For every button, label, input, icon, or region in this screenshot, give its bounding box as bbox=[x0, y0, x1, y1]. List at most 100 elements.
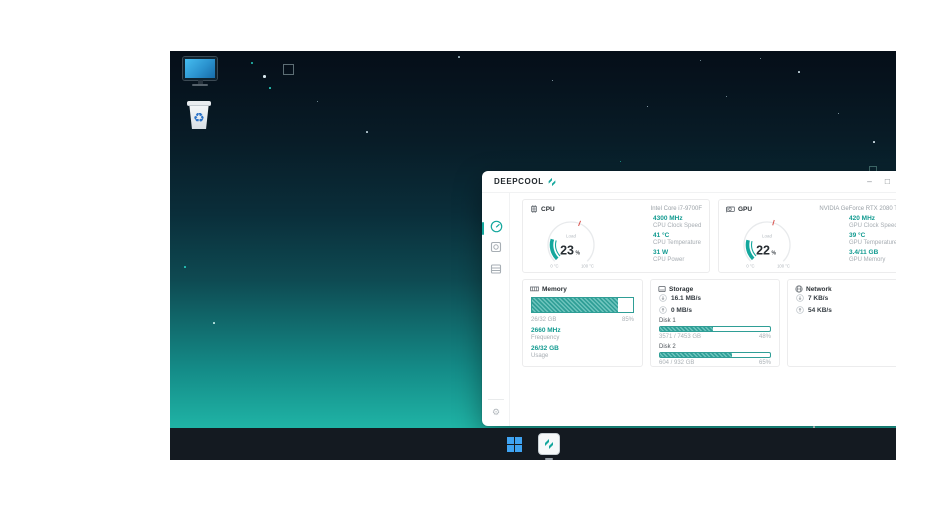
upload-arrow-icon bbox=[796, 306, 804, 314]
dashboard-gauge-icon bbox=[490, 220, 503, 233]
memory-icon bbox=[530, 285, 539, 293]
gpu-memory-label: GPU Memory bbox=[849, 257, 885, 263]
sidebar-item-cooling[interactable] bbox=[482, 241, 510, 253]
cpu-power-label: CPU Power bbox=[653, 257, 684, 263]
star bbox=[647, 106, 648, 107]
recycle-bin-icon: ♻ bbox=[187, 101, 211, 129]
network-download-rate: 7 KB/s bbox=[808, 295, 828, 302]
cpu-clock-label: CPU Clock Speed bbox=[653, 223, 701, 229]
star bbox=[269, 87, 271, 89]
star bbox=[726, 96, 727, 97]
star bbox=[700, 60, 701, 61]
svg-text:100 °C: 100 °C bbox=[581, 264, 594, 269]
grid-list-icon bbox=[490, 263, 502, 275]
memory-usage-bar bbox=[531, 297, 634, 313]
star bbox=[317, 101, 318, 102]
network-upload-rate: 54 KB/s bbox=[808, 307, 832, 314]
cpu-temp-value: 41 °C bbox=[653, 232, 701, 239]
cpu-power-value: 31 W bbox=[653, 249, 684, 256]
star bbox=[798, 71, 800, 73]
deepcool-logo-icon bbox=[543, 438, 555, 450]
sidebar-item-dashboard[interactable] bbox=[482, 220, 510, 233]
network-icon bbox=[795, 285, 803, 293]
gear-icon: ⚙ bbox=[492, 408, 500, 417]
storage-read-rate: 16.1 MB/s bbox=[671, 295, 701, 302]
deepcool-window: DeepCool – □ × bbox=[482, 171, 896, 426]
cpu-icon bbox=[530, 205, 538, 213]
star bbox=[838, 113, 839, 114]
star bbox=[263, 75, 266, 78]
window-controls: – □ × bbox=[867, 177, 896, 186]
gpu-memory-value: 3.4/11 GB bbox=[849, 249, 885, 256]
screenshot-stage: ♻ DeepCool – □ × bbox=[0, 0, 942, 512]
memory-usage-label: Usage bbox=[531, 353, 559, 359]
svg-text:0 °C: 0 °C bbox=[746, 264, 754, 269]
start-button[interactable] bbox=[507, 437, 522, 452]
star bbox=[213, 322, 215, 324]
svg-text:23: 23 bbox=[560, 244, 574, 258]
gpu-card-title: GPU bbox=[738, 206, 752, 213]
disk2-usage-label: 604 / 932 GB bbox=[659, 360, 694, 366]
desktop-icon-recycle-bin[interactable]: ♻ bbox=[187, 101, 211, 129]
sidebar-item-devices[interactable] bbox=[482, 263, 510, 275]
disk1-fill bbox=[660, 327, 713, 331]
star bbox=[251, 62, 253, 64]
svg-text:%: % bbox=[576, 251, 581, 257]
svg-text:Load: Load bbox=[566, 234, 577, 239]
maximize-button[interactable]: □ bbox=[885, 177, 890, 186]
star bbox=[552, 80, 553, 81]
sidebar: ⚙ bbox=[482, 193, 510, 426]
pc-case-icon bbox=[490, 241, 502, 253]
upload-arrow-icon bbox=[659, 306, 667, 314]
cpu-clock-value: 4300 MHz bbox=[653, 215, 701, 222]
storage-write-rate: 0 MB/s bbox=[671, 307, 692, 314]
disk2-fill bbox=[660, 353, 732, 357]
gpu-temp-label: GPU Temperature bbox=[849, 240, 896, 246]
memory-usage-fill bbox=[532, 298, 618, 312]
gpu-clock-value: 420 MHz bbox=[849, 215, 896, 222]
storage-card: Storage 16.1 MB/s 0 MB/s Disk 1 bbox=[650, 279, 780, 367]
cpu-card-title: CPU bbox=[541, 206, 555, 213]
gpu-clock-label: GPU Clock Speed bbox=[849, 223, 896, 229]
star bbox=[760, 58, 761, 59]
network-card: Network 7 KB/s 54 KB/s bbox=[787, 279, 896, 367]
storage-card-title: Storage bbox=[669, 286, 693, 293]
titlebar[interactable]: DeepCool – □ × bbox=[482, 171, 896, 193]
decor-square bbox=[283, 64, 294, 75]
desktop-icon-this-pc[interactable] bbox=[183, 57, 217, 86]
network-card-title: Network bbox=[806, 286, 832, 293]
download-arrow-icon bbox=[659, 294, 667, 302]
gpu-card: GPU NVIDIA GeForce RTX 2080 Ti Load22%0 … bbox=[718, 199, 896, 273]
desktop: ♻ DeepCool – □ × bbox=[170, 51, 896, 460]
memory-card: Memory 26/32 GB 85% 2660 MHzFrequency 26… bbox=[522, 279, 643, 367]
disk2-percent-label: 65% bbox=[759, 360, 771, 366]
minimize-button[interactable]: – bbox=[867, 177, 872, 186]
memory-frequency-label: Frequency bbox=[531, 335, 561, 341]
download-arrow-icon bbox=[796, 294, 804, 302]
cpu-temp-label: CPU Temperature bbox=[653, 240, 701, 246]
svg-text:100 °C: 100 °C bbox=[777, 264, 790, 269]
svg-text:22: 22 bbox=[756, 244, 770, 258]
star bbox=[366, 131, 368, 133]
disk1-bar bbox=[659, 326, 771, 332]
memory-card-title: Memory bbox=[542, 286, 567, 293]
sidebar-item-settings[interactable]: ⚙ bbox=[482, 408, 510, 417]
svg-text:Load: Load bbox=[762, 234, 773, 239]
deepcool-logo: DeepCool bbox=[494, 177, 557, 187]
star bbox=[458, 56, 460, 58]
svg-text:%: % bbox=[772, 251, 777, 257]
monitor-icon bbox=[183, 57, 217, 80]
memory-usage-value: 26/32 GB bbox=[531, 345, 559, 352]
memory-percent-label: 85% bbox=[622, 317, 634, 323]
deepcool-logo-icon bbox=[547, 177, 557, 187]
disk1-usage-label: 3571 / 7453 GB bbox=[659, 334, 701, 340]
cpu-load-gauge: Load23%0 °C100 °C bbox=[529, 215, 613, 271]
storage-icon bbox=[658, 285, 666, 293]
star bbox=[620, 161, 621, 162]
gpu-icon bbox=[726, 205, 735, 213]
disk2-name: Disk 2 bbox=[659, 344, 676, 350]
taskbar-deepcool-app[interactable] bbox=[538, 433, 560, 455]
star bbox=[873, 141, 875, 143]
memory-used-label: 26/32 GB bbox=[531, 317, 556, 323]
sidebar-divider bbox=[488, 399, 504, 400]
